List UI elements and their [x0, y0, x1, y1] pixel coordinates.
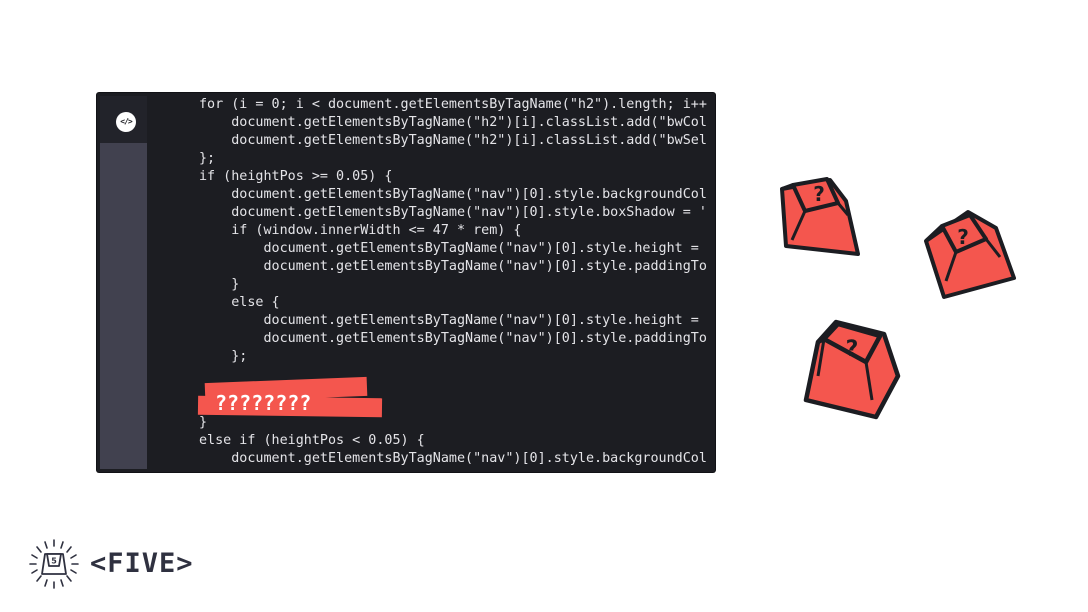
- keycap-sunburst-icon: 5: [29, 539, 79, 589]
- editor-sidebar-bar: [100, 143, 147, 469]
- keycap-glyph: ?: [957, 225, 969, 249]
- keycap-question-icon: ?: [803, 319, 901, 420]
- keycap-glyph: ?: [813, 182, 825, 206]
- slide: </> for (i = 0; i < document.getElements…: [0, 0, 1088, 612]
- code-line: else {: [199, 295, 280, 310]
- code-line: document.getElementsByTagName("nav")[0].…: [199, 259, 707, 274]
- code-line: document.getElementsByTagName("h2")[i].c…: [199, 133, 707, 148]
- code-line: document.getElementsByTagName("nav")[0].…: [199, 451, 707, 466]
- keycap-glyph: ?: [846, 337, 859, 362]
- code-line: document.getElementsByTagName("nav")[0].…: [199, 313, 699, 328]
- code-line: document.getElementsByTagName("nav")[0].…: [199, 205, 707, 220]
- logo-key-glyph: 5: [51, 557, 57, 566]
- code-line: };: [199, 349, 248, 364]
- mystery-highlight: ????????: [197, 376, 384, 424]
- code-line: for (i = 0; i < document.getElementsByTa…: [199, 97, 707, 112]
- code-line: if (heightPos >= 0.05) {: [199, 169, 393, 184]
- code-editor: </> for (i = 0; i < document.getElements…: [97, 93, 715, 472]
- five-logo[interactable]: 5 <FIVE>: [28, 538, 228, 590]
- code-line: document.getElementsByTagName("h2")[i].c…: [199, 115, 707, 130]
- code-line: if (window.innerWidth <= 47 * rem) {: [199, 223, 522, 238]
- code-line: document.getElementsByTagName("nav")[0].…: [199, 187, 707, 202]
- editor-sidebar: </>: [97, 93, 149, 472]
- code-line: else if (heightPos < 0.05) {: [199, 433, 425, 448]
- code-icon[interactable]: </>: [116, 112, 136, 132]
- code-line: document.getElementsByTagName("nav")[0].…: [199, 241, 699, 256]
- code-line: };: [199, 151, 216, 166]
- editor-sidebar-header: </>: [100, 96, 147, 143]
- code-line: document.getElementsByTagName("nav")[0].…: [199, 331, 707, 346]
- keycap-question-icon: ?: [780, 177, 860, 256]
- logo-wordmark: <FIVE>: [90, 548, 194, 579]
- mystery-placeholder-text: ????????: [215, 391, 312, 415]
- code-line: }: [199, 277, 240, 292]
- keycap-question-icon: ?: [924, 210, 1016, 299]
